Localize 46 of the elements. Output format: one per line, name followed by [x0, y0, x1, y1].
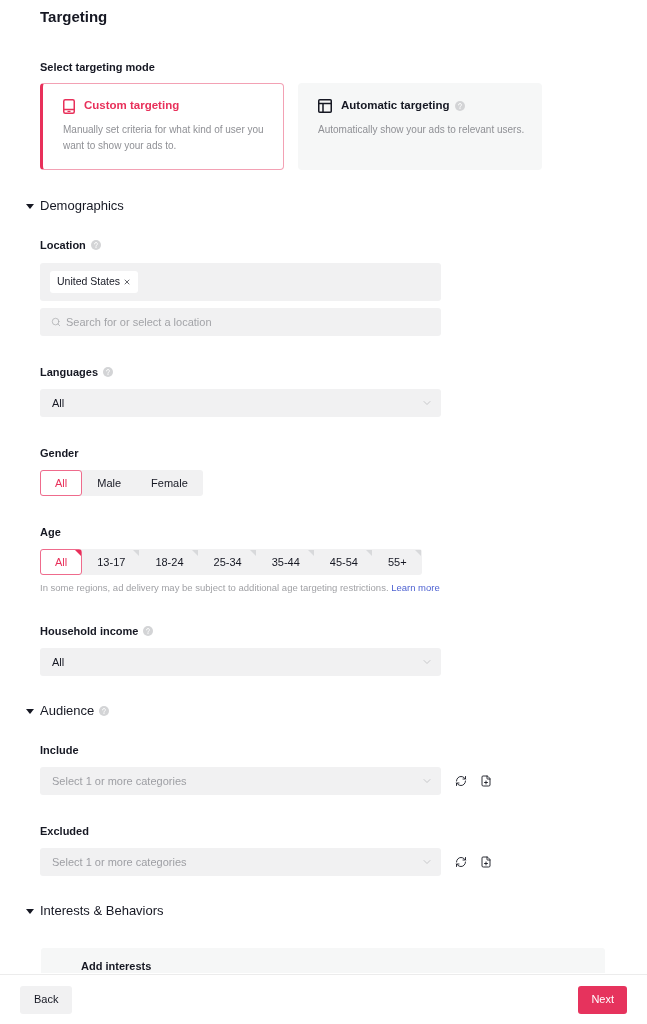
segment-option[interactable]: 35-44: [256, 549, 315, 575]
dropdown[interactable]: All: [40, 389, 441, 417]
field-label: Gender: [40, 445, 79, 461]
search-icon: [51, 317, 61, 327]
refresh-icon[interactable]: [455, 856, 467, 868]
field-label: Household income: [40, 623, 139, 639]
targeting-option-card[interactable]: Automatic targeting Automatically show your ads to relevant users.: [298, 83, 542, 170]
layout-icon: [318, 99, 332, 113]
segment-option[interactable]: All: [40, 470, 83, 496]
tablet-icon: [63, 98, 75, 114]
tag-text: United States: [57, 274, 121, 290]
field-label: Location: [40, 237, 86, 253]
page-title: Targeting: [40, 7, 108, 27]
segment-option[interactable]: 45-54: [314, 549, 373, 575]
learn-more-link[interactable]: Learn more: [391, 582, 440, 593]
segment-option[interactable]: 18-24: [140, 549, 199, 575]
option-description: Manually set criteria for what kind of user you want to show your ads to.: [63, 123, 265, 153]
targeting-option-card[interactable]: Custom targeting Manually set criteria for what kind of user you want to show your ads to.: [40, 83, 284, 170]
file-plus-icon[interactable]: [480, 775, 492, 787]
option-title: Custom targeting: [84, 98, 180, 114]
segment-option[interactable]: Male: [82, 470, 137, 496]
field-label: Languages: [40, 364, 99, 380]
next-button[interactable]: Next: [578, 985, 627, 1014]
dropdown[interactable]: All: [40, 648, 441, 676]
card-title: Add interests: [81, 959, 152, 973]
back-button[interactable]: Back: [20, 985, 73, 1014]
field-label: Excluded: [40, 823, 89, 839]
segment-option[interactable]: All: [40, 549, 83, 575]
section-toggle[interactable]: Demographics: [26, 196, 124, 216]
option-title: Automatic targeting: [341, 98, 450, 114]
segment-option[interactable]: 55+: [372, 549, 422, 575]
location-field[interactable]: United States: [40, 263, 441, 301]
refresh-icon[interactable]: [455, 775, 467, 787]
close-icon[interactable]: [123, 278, 132, 286]
segment-option[interactable]: Female: [136, 470, 203, 496]
age-note: In some regions, ad delivery may be subject to additional age targeting restrictions. Learn more: [40, 581, 440, 595]
section-toggle[interactable]: Interests & Behaviors: [26, 901, 164, 921]
field-label: Age: [40, 524, 61, 540]
segment-option[interactable]: 25-34: [198, 549, 257, 575]
segment-option[interactable]: 13-17: [82, 549, 141, 575]
file-plus-icon[interactable]: [480, 856, 492, 868]
option-description: Automatically show your ads to relevant users.: [318, 123, 526, 137]
search-field[interactable]: Search for or select a location: [40, 308, 441, 336]
field-label: Include: [40, 742, 79, 758]
section-toggle[interactable]: Audience: [26, 701, 95, 721]
mode-label: Select targeting mode: [40, 60, 155, 75]
